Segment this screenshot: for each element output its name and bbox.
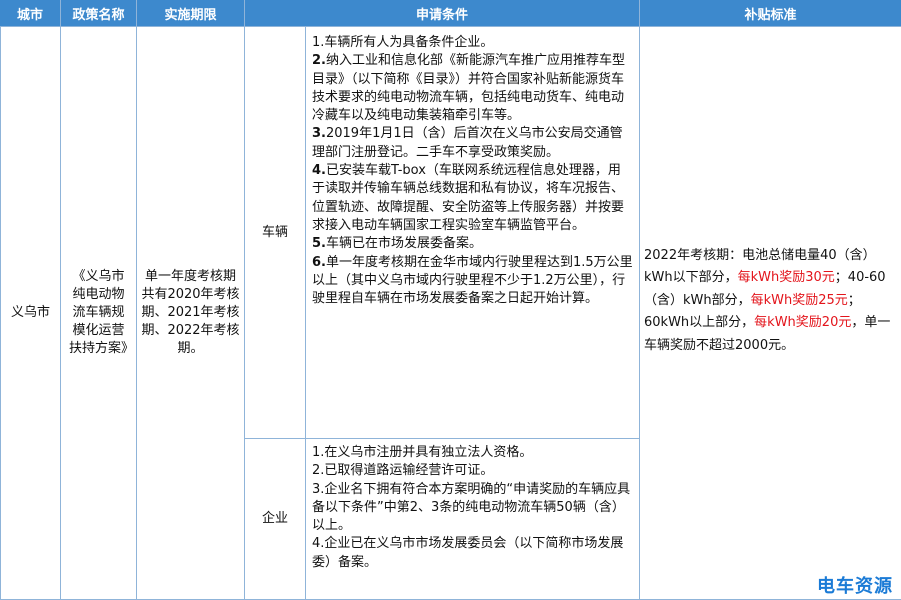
subsidy-cell: 2022年考核期：电池总储电量40（含）kWh以下部分，每kWh奖励30元；40… bbox=[640, 27, 901, 600]
subsidy-rate-highlight: 每kWh奖励20元 bbox=[754, 315, 852, 331]
period-cell: 单一年度考核期共有2020年考核期、2021年考核期、2022年考核期。 bbox=[137, 27, 245, 600]
enterprise-condition-4: 4.企业已在义乌市市场发展委员会（以下简称市场发展委）备案。 bbox=[312, 536, 624, 570]
condition-text: 单一年度考核期在金华市域内行驶里程达到1.5万公里以上（其中义乌市域内行驶里程不… bbox=[312, 254, 633, 307]
vehicle-condition-5: 5.车辆已在市场发展委备案。 bbox=[312, 235, 633, 253]
policy-name-cell: 《义乌市纯电动物流车辆规模化运营扶持方案》 bbox=[61, 27, 137, 600]
vehicle-condition-2: 2.纳入工业和信息化部《新能源汽车推广应用推荐车型目录》（以下简称《目录》）并符… bbox=[312, 52, 633, 125]
enterprise-label-cell: 企业 bbox=[245, 439, 306, 600]
vehicle-condition-6: 6.单一年度考核期在金华市域内行驶里程达到1.5万公里以上（其中义乌市域内行驶里… bbox=[312, 254, 633, 309]
watermark-logo: 电车资源 bbox=[817, 576, 893, 597]
vehicle-condition-3: 3.2019年1月1日（含）后首次在义乌市公安局交通管理部门注册登记。二手车不享… bbox=[312, 125, 633, 162]
header-subsidy: 补贴标准 bbox=[640, 0, 901, 27]
condition-text: 已安装车载T-box（车联网系统远程信息处理器，用于读取并传输车辆总线数据和私有… bbox=[312, 163, 625, 233]
header-period: 实施期限 bbox=[137, 0, 245, 27]
condition-number: 5. bbox=[312, 236, 326, 252]
vehicle-label-cell: 车辆 bbox=[245, 27, 306, 439]
header-policy-name: 政策名称 bbox=[61, 0, 137, 27]
enterprise-condition-2: 2.已取得道路运输经营许可证。 bbox=[312, 463, 494, 479]
condition-text: 2019年1月1日（含）后首次在义乌市公安局交通管理部门注册登记。二手车不享受政… bbox=[312, 126, 623, 160]
condition-number: 4. bbox=[312, 163, 326, 179]
city-cell: 义乌市 bbox=[0, 27, 61, 600]
policy-table: 城市 政策名称 实施期限 申请条件 补贴标准 义乌市 《义乌市纯电动物流车辆规模… bbox=[0, 0, 901, 600]
vehicle-condition-4: 4.已安装车载T-box（车联网系统远程信息处理器，用于读取并传输车辆总线数据和… bbox=[312, 162, 633, 235]
condition-text: 纳入工业和信息化部《新能源汽车推广应用推荐车型目录》（以下简称《目录》）并符合国… bbox=[312, 53, 625, 124]
enterprise-condition-3: 3.企业名下拥有符合本方案明确的“申请奖励的车辆应具备以下条件”中第2、3条的纯… bbox=[312, 481, 631, 534]
header-city: 城市 bbox=[0, 0, 61, 27]
condition-text: 1.车辆所有人为具备条件企业。 bbox=[312, 35, 494, 50]
header-conditions: 申请条件 bbox=[245, 0, 640, 27]
subsidy-rate-highlight: 每kWh奖励25元 bbox=[750, 292, 848, 308]
enterprise-conditions-cell: 1.在义乌市注册并具有独立法人资格。 2.已取得道路运输经营许可证。 3.企业名… bbox=[306, 439, 640, 600]
condition-number: 3. bbox=[312, 126, 326, 142]
subsidy-rate-highlight: 每kWh奖励30元 bbox=[737, 270, 835, 286]
condition-number: 6. bbox=[312, 254, 326, 270]
vehicle-conditions-cell: 1.车辆所有人为具备条件企业。 2.纳入工业和信息化部《新能源汽车推广应用推荐车… bbox=[306, 27, 640, 439]
subsidy-text: 2022年考核期：电池总储电量40（含）kWh以下部分，每kWh奖励30元；40… bbox=[640, 245, 901, 358]
condition-number: 2. bbox=[312, 53, 326, 69]
enterprise-condition-1: 1.在义乌市注册并具有独立法人资格。 bbox=[312, 445, 533, 460]
vehicle-condition-1: 1.车辆所有人为具备条件企业。 bbox=[312, 34, 633, 52]
condition-text: 车辆已在市场发展委备案。 bbox=[325, 236, 482, 252]
